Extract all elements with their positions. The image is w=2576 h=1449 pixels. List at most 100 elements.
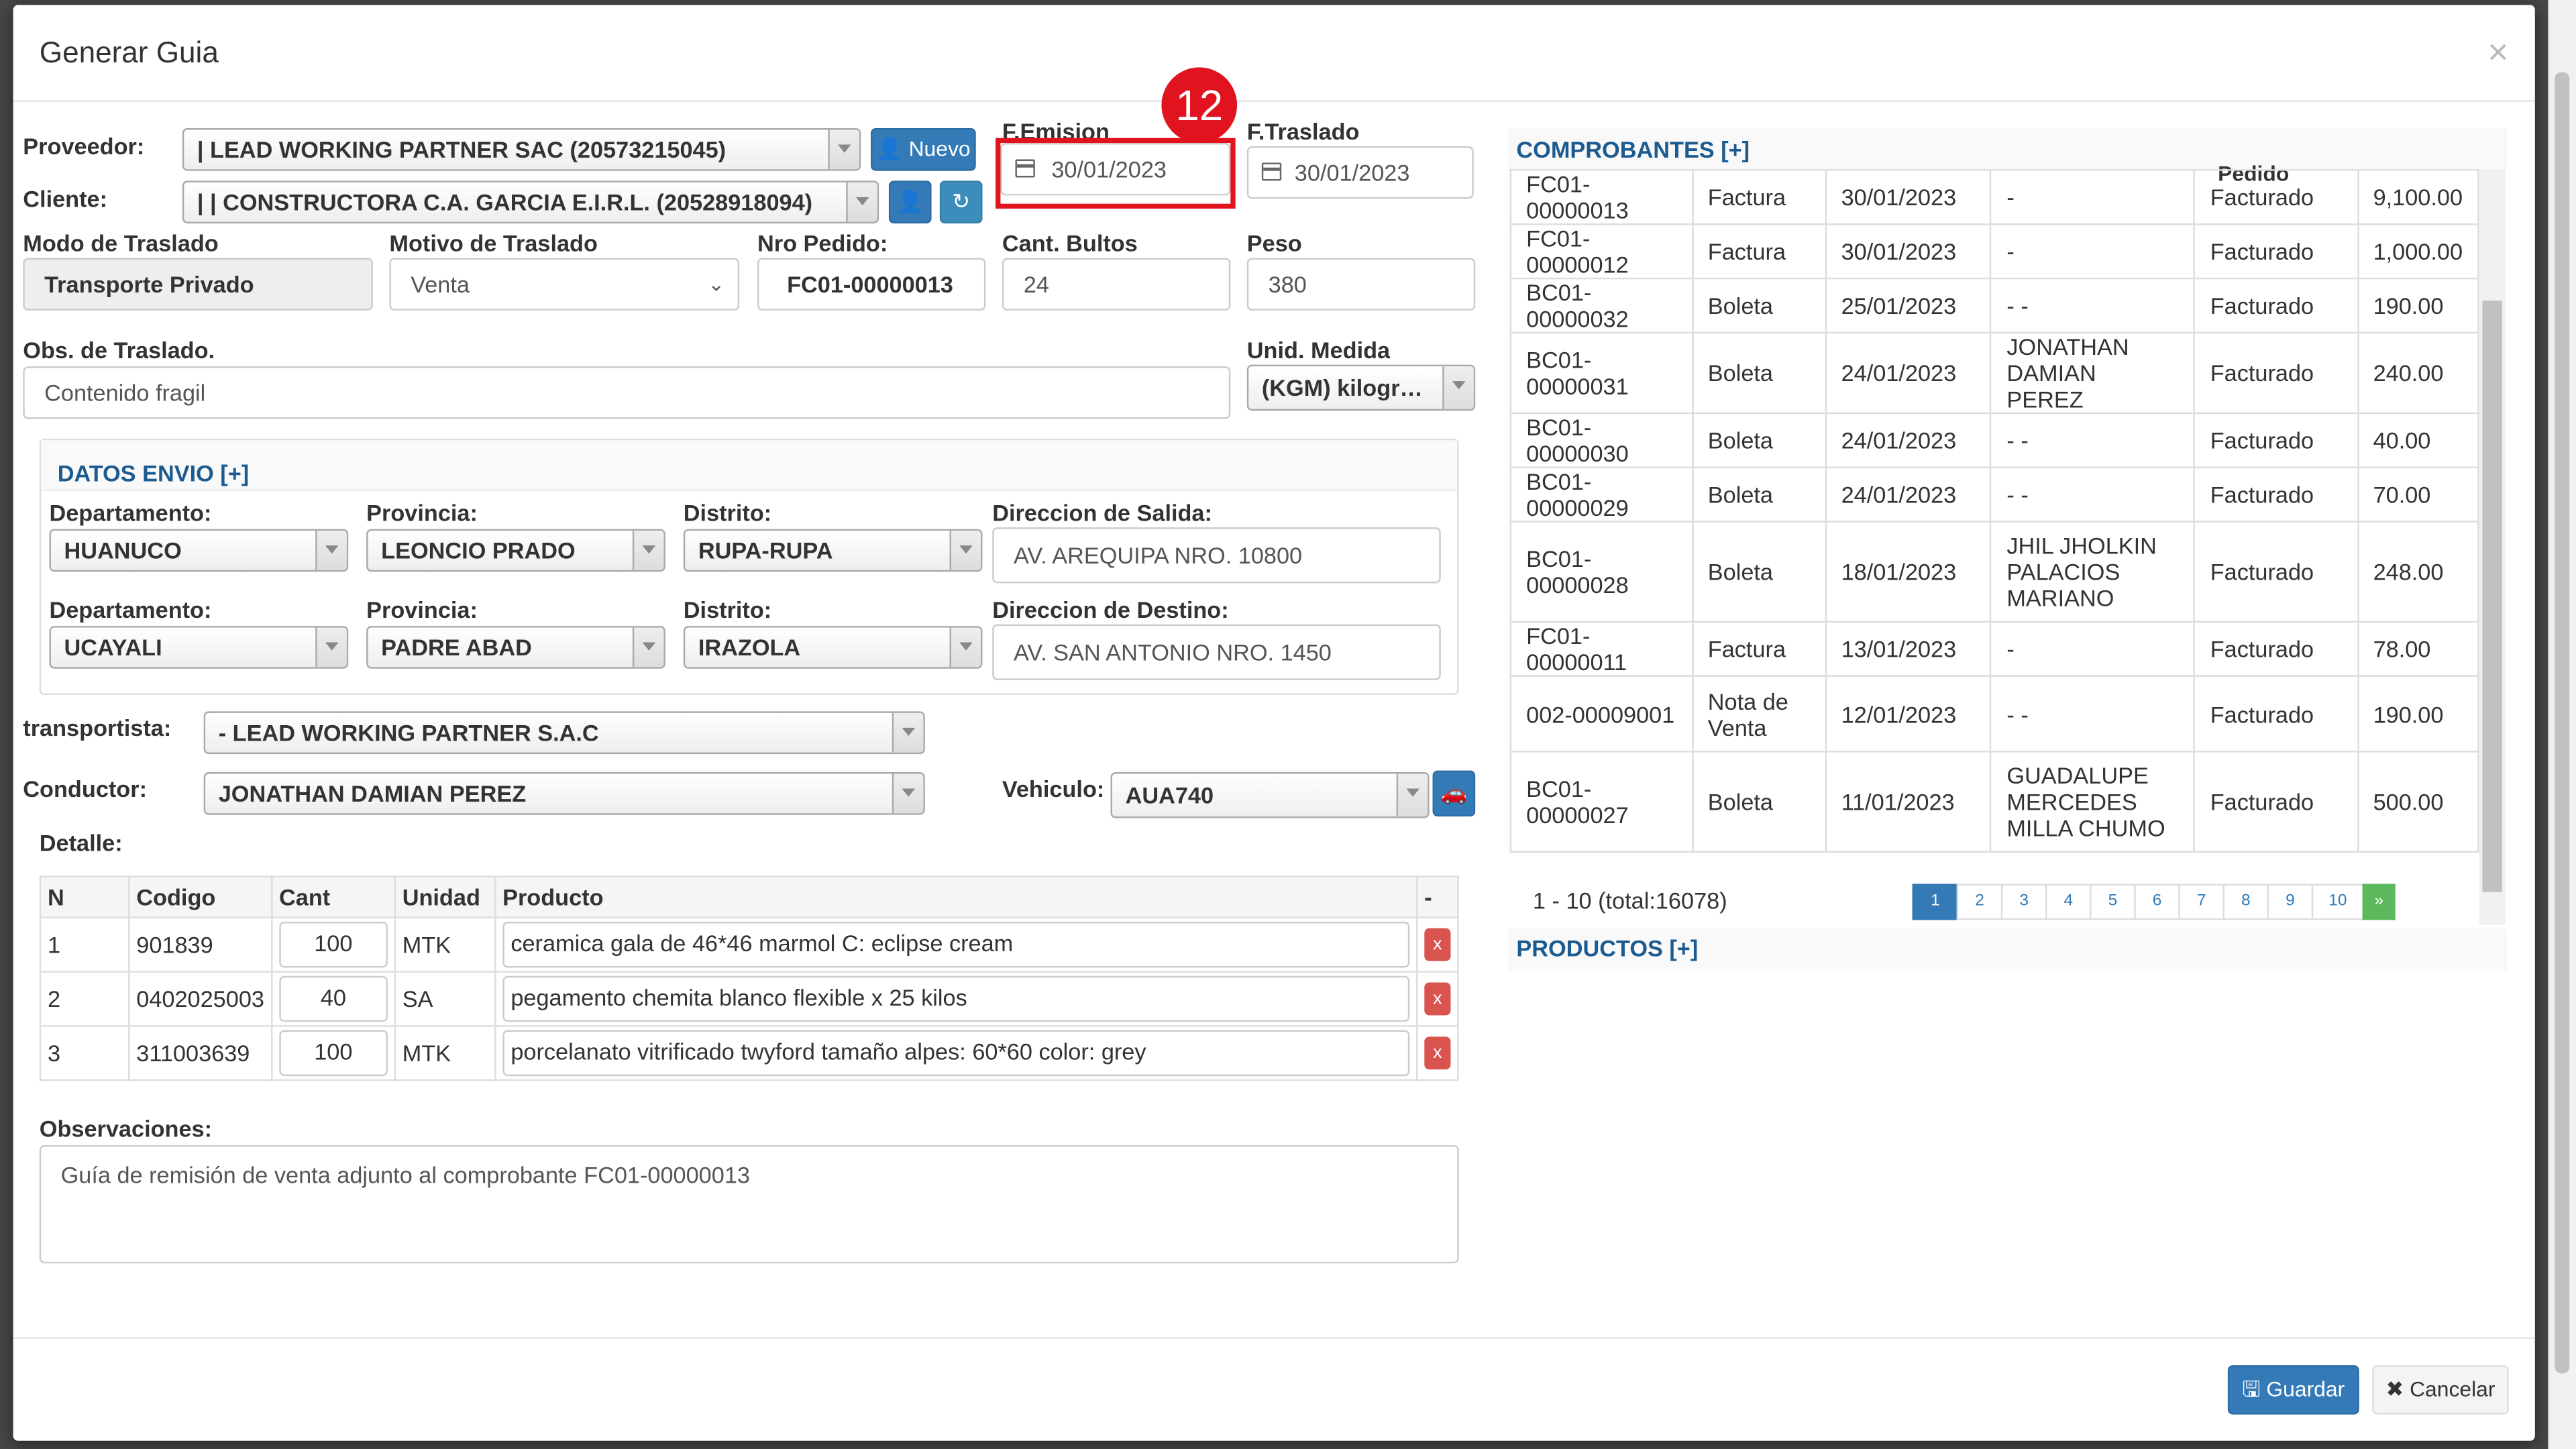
col-n: N	[39, 875, 130, 918]
comprobantes-scrollbar[interactable]	[2479, 169, 2506, 925]
producto-input[interactable]: ceramica gala de 46*46 marmol C: eclipse…	[502, 921, 1410, 968]
comprobante-total: 9,100.00	[2357, 169, 2479, 225]
cant-bultos-input[interactable]: 24	[1002, 258, 1231, 311]
destino-provincia-select[interactable]: PADRE ABAD	[366, 626, 665, 669]
table-row[interactable]: FC01-00000013 Factura 30/01/2023- Facturado…	[1509, 169, 2479, 225]
nuevo-proveedor-button[interactable]: 👤 Nuevo	[870, 128, 976, 171]
destino-departamento-value: UCAYALI	[64, 634, 162, 661]
cant-input[interactable]: 100	[279, 1030, 388, 1077]
table-row[interactable]: BC01-00000032 Boleta 25/01/2023- - Facturad…	[1509, 277, 2479, 334]
origen-distrito-value: RUPA-RUPA	[698, 537, 833, 564]
guardar-button[interactable]: 🖫 Guardar	[2227, 1365, 2359, 1415]
guardar-label: Guardar	[2266, 1377, 2345, 1401]
origen-provincia-select[interactable]: LEONCIO PRADO	[366, 529, 665, 572]
page-3[interactable]: 3	[2000, 883, 2047, 920]
proveedor-value: | LEAD WORKING PARTNER SAC (20573215045)	[197, 136, 727, 163]
page-9[interactable]: 9	[2267, 883, 2314, 920]
cancelar-button[interactable]: ✖ Cancelar	[2372, 1365, 2509, 1415]
producto-input[interactable]: porcelanato vitrificado twyford tamaño a…	[502, 1030, 1410, 1077]
direccion-salida-input[interactable]: AV. AREQUIPA NRO. 10800	[992, 527, 1441, 584]
observaciones-label: Observaciones:	[39, 1115, 213, 1142]
add-user-icon: 👤	[896, 189, 924, 214]
page-1[interactable]: 1	[1912, 883, 1959, 920]
col-codigo: Codigo	[128, 875, 273, 918]
chevron-down-icon	[632, 531, 664, 570]
table-row[interactable]: BC01-00000028 Boleta 18/01/2023 JHIL JHOLKI…	[1509, 521, 2479, 623]
close-icon[interactable]: ×	[2487, 32, 2508, 74]
ftraslado-input[interactable]: 30/01/2023	[1246, 146, 1474, 199]
comprobante-numero: BC01-00000030	[1509, 412, 1693, 468]
conductor-select[interactable]: JONATHAN DAMIAN PEREZ	[203, 772, 925, 815]
table-row[interactable]: BC01-00000030 Boleta 24/01/2023- - Facturad…	[1509, 412, 2479, 468]
obs-traslado-label: Obs. de Traslado.	[23, 337, 215, 364]
remove-row-button[interactable]: x	[1424, 928, 1451, 961]
table-row[interactable]: 002-00009001 Nota de Venta 12/01/2023- - Fa…	[1509, 675, 2479, 753]
row-unidad: SA	[394, 971, 496, 1027]
vehiculo-button[interactable]: 🚗	[1432, 770, 1476, 817]
comprobante-numero: BC01-00000028	[1509, 521, 1693, 623]
comprobante-total: 248.00	[2357, 521, 2479, 623]
cliente-select[interactable]: | | CONSTRUCTORA C.A. GARCIA E.I.R.L. (2…	[182, 180, 879, 224]
producto-input[interactable]: pegamento chemita blanco flexible x 25 k…	[502, 975, 1410, 1022]
remove-row-button[interactable]: x	[1424, 1036, 1451, 1070]
origen-distrito-select[interactable]: RUPA-RUPA	[683, 529, 983, 572]
unid-medida-select[interactable]: (KGM) kilogr…	[1246, 364, 1476, 411]
origen-departamento-select[interactable]: HUANUCO	[49, 529, 349, 572]
comprobantes-title[interactable]: COMPROBANTES [+]	[1516, 136, 1750, 162]
destino-departamento-select[interactable]: UCAYALI	[49, 626, 349, 669]
page-5[interactable]: 5	[2090, 883, 2136, 920]
salida-label: Direccion de Salida:	[992, 499, 1212, 526]
remove-row-button[interactable]: x	[1424, 982, 1451, 1016]
page-6[interactable]: 6	[2134, 883, 2180, 920]
page-4[interactable]: 4	[2045, 883, 2092, 920]
nro-pedido-input[interactable]: FC01-00000013	[757, 258, 986, 311]
peso-input[interactable]: 380	[1246, 258, 1476, 311]
cant-input[interactable]: 40	[279, 975, 388, 1022]
comprobante-tipo: Factura	[1691, 621, 1827, 677]
page-scrollbar[interactable]	[2548, 0, 2576, 1449]
table-row[interactable]: FC01-00000011 Factura 13/01/2023- Facturado…	[1509, 621, 2479, 677]
modal-footer: 🖫 Guardar ✖ Cancelar	[13, 1337, 2535, 1440]
refresh-icon: ↻	[952, 189, 971, 214]
transportista-select[interactable]: - LEAD WORKING PARTNER S.A.C	[203, 711, 925, 755]
proveedor-label: Proveedor:	[23, 133, 145, 160]
modal-title: Generar Guia	[39, 36, 219, 69]
generar-guia-modal: Generar Guia × Proveedor: | LEAD WORKING…	[13, 5, 2535, 1441]
datos-envio-title[interactable]: DATOS ENVIO [+]	[58, 460, 249, 486]
comprobante-tipo: Boleta	[1691, 331, 1827, 415]
ftraslado-value: 30/01/2023	[1294, 159, 1410, 186]
chevron-down-icon	[892, 773, 924, 814]
vehiculo-select[interactable]: AUA740	[1110, 772, 1430, 818]
table-row[interactable]: BC01-00000029 Boleta 24/01/2023- - Facturad…	[1509, 466, 2479, 523]
page-8[interactable]: 8	[2222, 883, 2269, 920]
page-7[interactable]: 7	[2178, 883, 2224, 920]
comprobante-estado: Facturado	[2194, 521, 2359, 623]
destino-distrito-select[interactable]: IRAZOLA	[683, 626, 983, 669]
next-page-button[interactable]: »	[2362, 883, 2396, 920]
refresh-cliente-button[interactable]: ↻	[939, 180, 983, 224]
observaciones-textarea[interactable]: Guía de remisión de venta adjunto al com…	[39, 1144, 1459, 1264]
row-unidad: MTK	[394, 1025, 496, 1081]
add-cliente-button[interactable]: 👤	[888, 180, 932, 224]
page-2[interactable]: 2	[1956, 883, 2003, 920]
comprobante-total: 40.00	[2357, 412, 2479, 468]
proveedor-select[interactable]: | LEAD WORKING PARTNER SAC (20573215045)	[182, 128, 861, 171]
table-row[interactable]: BC01-00000027 Boleta 11/01/2023 GUADALUPE M…	[1509, 751, 2479, 853]
comprobante-total: 500.00	[2357, 751, 2479, 853]
table-row[interactable]: BC01-00000031 Boleta 24/01/2023 JONATHAN DA…	[1509, 331, 2479, 415]
cant-input[interactable]: 100	[279, 921, 388, 968]
page-10[interactable]: 10	[2311, 883, 2365, 920]
obs-traslado-input[interactable]: Contenido fragil	[23, 366, 1231, 419]
datos-envio-panel: DATOS ENVIO [+] Departamento: Provincia:…	[39, 438, 1459, 695]
comprobante-cliente: GUADALUPE MERCEDES MILLA CHUMO	[1990, 751, 2196, 853]
table-row[interactable]: FC01-00000012 Factura 30/01/2023- Facturado…	[1509, 223, 2479, 280]
direccion-destino-input[interactable]: AV. SAN ANTONIO NRO. 1450	[992, 624, 1441, 680]
motivo-label: Motivo de Traslado	[389, 229, 598, 257]
comprobante-tipo: Boleta	[1691, 466, 1827, 523]
motivo-select[interactable]: Venta ⌄	[389, 258, 740, 311]
destino-provincia-value: PADRE ABAD	[381, 634, 532, 661]
productos-title[interactable]: PRODUCTOS [+]	[1516, 934, 1698, 961]
comprobante-total: 190.00	[2357, 277, 2479, 334]
chevron-down-icon	[846, 182, 877, 222]
comprobante-total: 240.00	[2357, 331, 2479, 415]
